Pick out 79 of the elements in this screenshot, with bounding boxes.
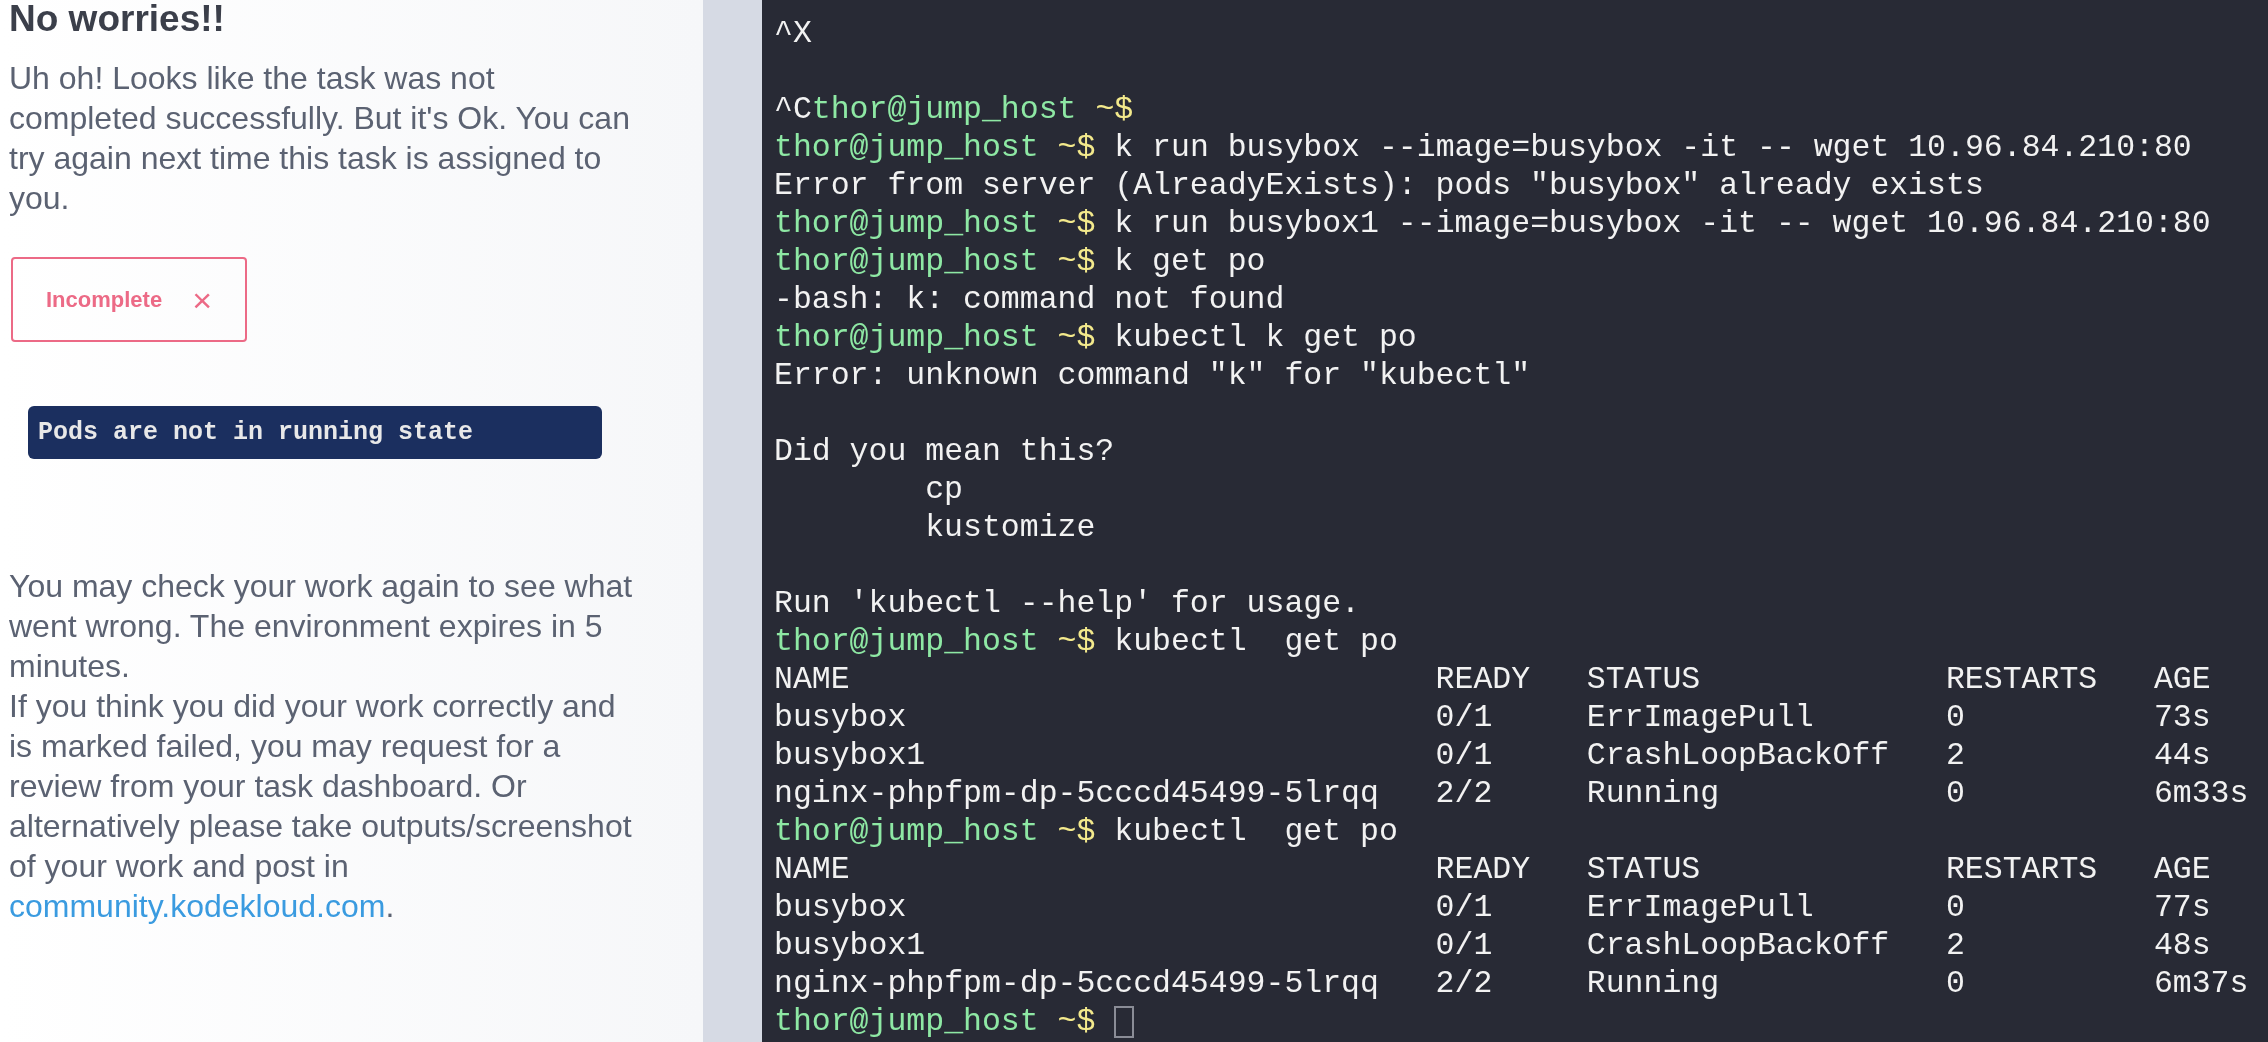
prompt-symbol: ~$	[1095, 92, 1134, 127]
table-cell-text: busybox1	[774, 737, 927, 775]
result-heading: No worries!!	[9, 0, 226, 38]
prompt-symbol: ~$	[1057, 244, 1096, 279]
table-cell-text: NAME	[774, 661, 851, 699]
community-link[interactable]: community.kodekloud.com	[9, 888, 386, 924]
table-cell-text: 0	[1945, 699, 1966, 737]
table-cell-text: STATUS	[1586, 661, 1702, 699]
table-cell-text: ErrImagePull	[1586, 699, 1815, 737]
command-text: kubectl get po	[1114, 814, 1398, 849]
table-cell-text: 0	[1945, 965, 1966, 1003]
prompt-user: thor@jump_host	[774, 244, 1039, 279]
table-cell-text: 0	[1945, 889, 1966, 927]
terminal-output-line: Error: unknown command "k" for "kubectl"	[774, 357, 1532, 395]
prompt-user: thor@jump_host	[774, 1004, 1039, 1039]
terminal-output-line: ^X	[774, 15, 813, 53]
note-paragraph: If you think you did your work correctly and is marked failed, you may request for a review from your task dashboard. Or alternatively please take outputs/screenshot of your work and post in community.kodekloud.com.	[9, 687, 633, 926]
note-paragraph: You may check your work again to see what went wrong. The environment expires in 5 minutes.	[9, 567, 634, 686]
result-message: Uh oh! Looks like the task was not completed successfully. But it's Ok. You can try again next time this task is assigned to you.	[9, 59, 631, 218]
table-cell-text: Running	[1586, 775, 1721, 813]
command-text: k run busybox --image=busybox -it -- wget 10.96.84.210:80	[1114, 130, 2192, 165]
prompt-user: thor@jump_host	[774, 814, 1039, 849]
terminal-output-line: Did you mean this?	[774, 433, 1116, 471]
command-text: kubectl k get po	[1114, 320, 1417, 355]
prompt-symbol: ~$	[1057, 320, 1096, 355]
prompt-symbol: ~$	[1057, 1004, 1096, 1039]
table-cell-text: nginx-phpfpm-dp-5cccd45499-5lrqq	[774, 965, 1380, 1003]
prompt-symbol: ~$	[1057, 206, 1096, 241]
table-cell: AGE	[2153, 851, 2211, 889]
table-cell-text: 2/2	[1435, 775, 1494, 813]
table-cell-text: CrashLoopBackOff	[1586, 927, 1891, 965]
control-char: ^C	[774, 92, 812, 127]
command-text: kubectl get po	[1114, 624, 1398, 659]
table-cell-text: STATUS	[1586, 851, 1702, 889]
prompt-symbol: ~$	[1057, 814, 1096, 849]
close-icon: ×	[192, 282, 212, 317]
terminal-output-line: Run 'kubectl --help' for usage.	[774, 585, 1361, 623]
table-cell-text: READY	[1435, 661, 1532, 699]
prompt-user: thor@jump_host	[774, 130, 1039, 165]
table-cell-text: RESTARTS	[1945, 661, 2099, 699]
table-cell-text: busybox1	[774, 927, 927, 965]
table-cell-text: nginx-phpfpm-dp-5cccd45499-5lrqq	[774, 775, 1380, 813]
terminal-output-line: kustomize	[925, 510, 1096, 545]
table-cell-text: 0	[1945, 775, 1966, 813]
table-cell-text: READY	[1435, 851, 1532, 889]
prompt-symbol: ~$	[1057, 130, 1096, 165]
table-cell: 73s	[2153, 699, 2211, 737]
table-cell-text: 2	[1945, 737, 1966, 775]
table-cell-text: 0/1	[1435, 889, 1494, 927]
table-cell-text: CrashLoopBackOff	[1586, 737, 1891, 775]
status-label: Incomplete	[46, 286, 163, 314]
check-message: Pods are not in running state	[28, 406, 602, 459]
table-cell: 44s	[2153, 737, 2211, 775]
table-cell: 77s	[2153, 889, 2211, 927]
table-cell-text: RESTARTS	[1945, 851, 2099, 889]
table-cell-text: busybox	[774, 889, 908, 927]
table-cell: 48s	[2153, 927, 2211, 965]
prompt-symbol: ~$	[1057, 624, 1096, 659]
table-cell: AGE	[2153, 661, 2211, 699]
table-cell-text: 0/1	[1435, 737, 1494, 775]
command-text: k run busybox1 --image=busybox -it -- wget 10.96.84.210:80	[1114, 206, 2211, 241]
table-cell-text: busybox	[774, 699, 908, 737]
prompt-user: thor@jump_host	[774, 624, 1039, 659]
terminal-output-line: -bash: k: command not found	[774, 281, 1286, 319]
prompt-user: thor@jump_host	[774, 320, 1039, 355]
terminal-output-line: cp	[925, 472, 964, 507]
table-cell: 6m37s	[2153, 965, 2249, 1003]
prompt-user: thor@jump_host	[811, 92, 1077, 127]
table-cell-text: 2	[1945, 927, 1966, 965]
table-cell-text: Running	[1586, 965, 1721, 1003]
command-text: k get po	[1114, 244, 1266, 279]
table-cell-text: 0/1	[1435, 699, 1494, 737]
table-cell-text: 0/1	[1435, 927, 1494, 965]
table-cell-text: NAME	[774, 851, 851, 889]
terminal-output-line: Error from server (AlreadyExists): pods "busybox" already exists	[774, 167, 1985, 205]
prompt-user: thor@jump_host	[774, 206, 1039, 241]
table-cell-text: 2/2	[1435, 965, 1494, 1003]
table-cell: 6m33s	[2153, 775, 2249, 813]
table-cell-text: ErrImagePull	[1586, 889, 1815, 927]
